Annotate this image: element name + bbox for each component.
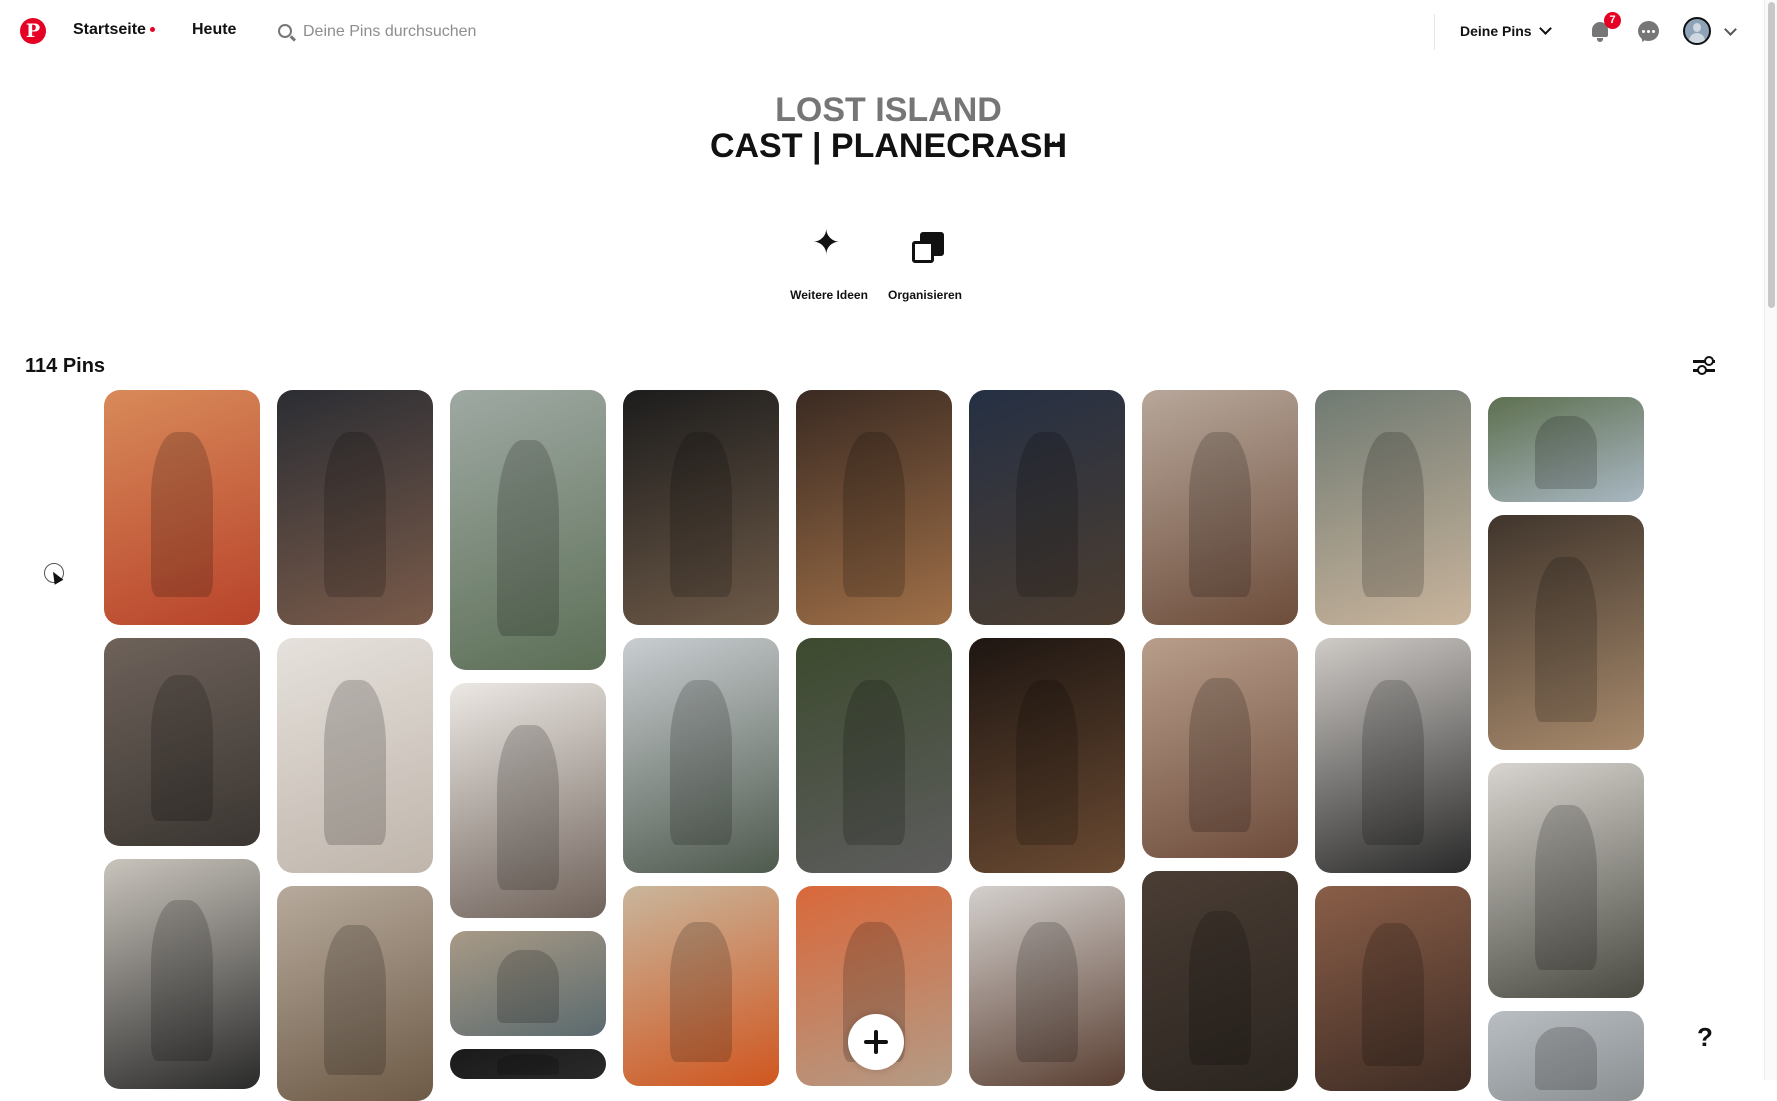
pin-card[interactable] bbox=[796, 390, 952, 625]
pin-card[interactable] bbox=[450, 1049, 606, 1079]
pin-card[interactable] bbox=[623, 390, 779, 625]
more-ideas-label: Weitere Ideen bbox=[790, 288, 868, 302]
pin-card[interactable] bbox=[1488, 763, 1644, 998]
organize-label: Organisieren bbox=[887, 288, 963, 302]
pin-count: 114 Pins bbox=[25, 355, 106, 377]
top-navigation-bar: P Startseite Heute Deine Pins durchsuche… bbox=[0, 0, 1760, 64]
board-more-options-icon[interactable]: ··· bbox=[1045, 129, 1063, 159]
pin-image bbox=[1361, 922, 1425, 1067]
pin-image bbox=[496, 1054, 560, 1076]
pin-image bbox=[842, 680, 906, 845]
pin-card[interactable] bbox=[104, 390, 260, 625]
pin-card[interactable] bbox=[796, 638, 952, 873]
pin-card[interactable] bbox=[623, 638, 779, 873]
pin-image bbox=[1188, 432, 1252, 597]
pin-image bbox=[1534, 415, 1598, 490]
pin-image bbox=[669, 432, 733, 597]
more-ideas-button[interactable]: ✦ Weitere Ideen bbox=[774, 220, 884, 302]
pin-card[interactable] bbox=[1488, 1011, 1644, 1101]
pin-card[interactable] bbox=[1315, 390, 1471, 625]
pin-card[interactable] bbox=[450, 683, 606, 918]
pin-image bbox=[496, 725, 560, 890]
pin-image bbox=[496, 440, 560, 637]
pin-image bbox=[1361, 680, 1425, 845]
filter-settings-icon[interactable] bbox=[1693, 356, 1715, 376]
pin-card[interactable] bbox=[450, 931, 606, 1036]
search-icon bbox=[278, 24, 292, 38]
add-pin-button[interactable] bbox=[848, 1014, 904, 1070]
pin-card[interactable] bbox=[277, 390, 433, 625]
pin-image bbox=[496, 949, 560, 1024]
pin-card[interactable] bbox=[1142, 638, 1298, 858]
pin-image bbox=[150, 432, 214, 597]
scrollbar-thumb[interactable] bbox=[1768, 2, 1775, 308]
home-nav-label: Startseite bbox=[73, 21, 146, 38]
mouse-cursor bbox=[44, 563, 64, 583]
page-scrollbar[interactable] bbox=[1764, 0, 1777, 1080]
pin-image bbox=[323, 680, 387, 845]
pin-image bbox=[1015, 680, 1079, 845]
chevron-down-icon bbox=[1538, 22, 1552, 35]
pin-image bbox=[323, 432, 387, 597]
pin-card[interactable] bbox=[450, 390, 606, 670]
help-button[interactable]: ? bbox=[1697, 1022, 1713, 1053]
user-avatar[interactable] bbox=[1683, 17, 1711, 45]
pin-image bbox=[323, 924, 387, 1076]
pin-image bbox=[150, 675, 214, 822]
pin-image bbox=[1015, 922, 1079, 1062]
header-divider bbox=[1434, 14, 1435, 50]
messages-icon[interactable] bbox=[1638, 21, 1659, 41]
pin-card[interactable] bbox=[623, 886, 779, 1086]
pin-image bbox=[1015, 432, 1079, 597]
home-nav-link[interactable]: Startseite bbox=[73, 21, 155, 39]
organize-button[interactable]: Organisieren bbox=[870, 220, 980, 302]
today-nav-link[interactable]: Heute bbox=[192, 21, 236, 39]
pin-image bbox=[1188, 910, 1252, 1065]
pin-image bbox=[150, 900, 214, 1062]
pin-image bbox=[1188, 677, 1252, 832]
notification-count-badge: 7 bbox=[1604, 12, 1621, 29]
pin-card[interactable] bbox=[1488, 515, 1644, 750]
pinterest-logo-icon[interactable]: P bbox=[20, 18, 46, 44]
pin-card[interactable] bbox=[277, 886, 433, 1101]
new-content-dot bbox=[149, 27, 155, 33]
pin-image bbox=[1534, 557, 1598, 722]
pin-card[interactable] bbox=[104, 638, 260, 846]
organize-icon bbox=[912, 232, 944, 263]
your-pins-dropdown[interactable]: Deine Pins bbox=[1460, 22, 1552, 39]
pin-card[interactable] bbox=[1488, 397, 1644, 502]
your-pins-label: Deine Pins bbox=[1460, 23, 1532, 39]
board-title: CAST | PLANECRASH bbox=[709, 127, 1068, 165]
pin-card[interactable] bbox=[1142, 871, 1298, 1091]
pin-image bbox=[669, 680, 733, 845]
pin-image bbox=[669, 922, 733, 1062]
pin-image bbox=[1361, 432, 1425, 597]
pin-image bbox=[842, 432, 906, 597]
account-chevron-down-icon[interactable] bbox=[1724, 23, 1737, 36]
pin-card[interactable] bbox=[104, 859, 260, 1089]
pin-card[interactable] bbox=[969, 638, 1125, 873]
pin-image bbox=[1534, 1027, 1598, 1091]
pin-card[interactable] bbox=[1315, 886, 1471, 1091]
sparkle-icon: ✦ bbox=[812, 224, 841, 262]
pin-card[interactable] bbox=[1315, 638, 1471, 873]
search-bar[interactable]: Deine Pins durchsuchen bbox=[274, 18, 1424, 46]
pin-card[interactable] bbox=[277, 638, 433, 873]
board-supertitle: LOST ISLAND bbox=[775, 91, 1002, 129]
search-input[interactable]: Deine Pins durchsuchen bbox=[303, 23, 476, 41]
pin-card[interactable] bbox=[969, 886, 1125, 1086]
pin-card[interactable] bbox=[1142, 390, 1298, 625]
pin-card[interactable] bbox=[969, 390, 1125, 625]
pin-image bbox=[1534, 805, 1598, 970]
